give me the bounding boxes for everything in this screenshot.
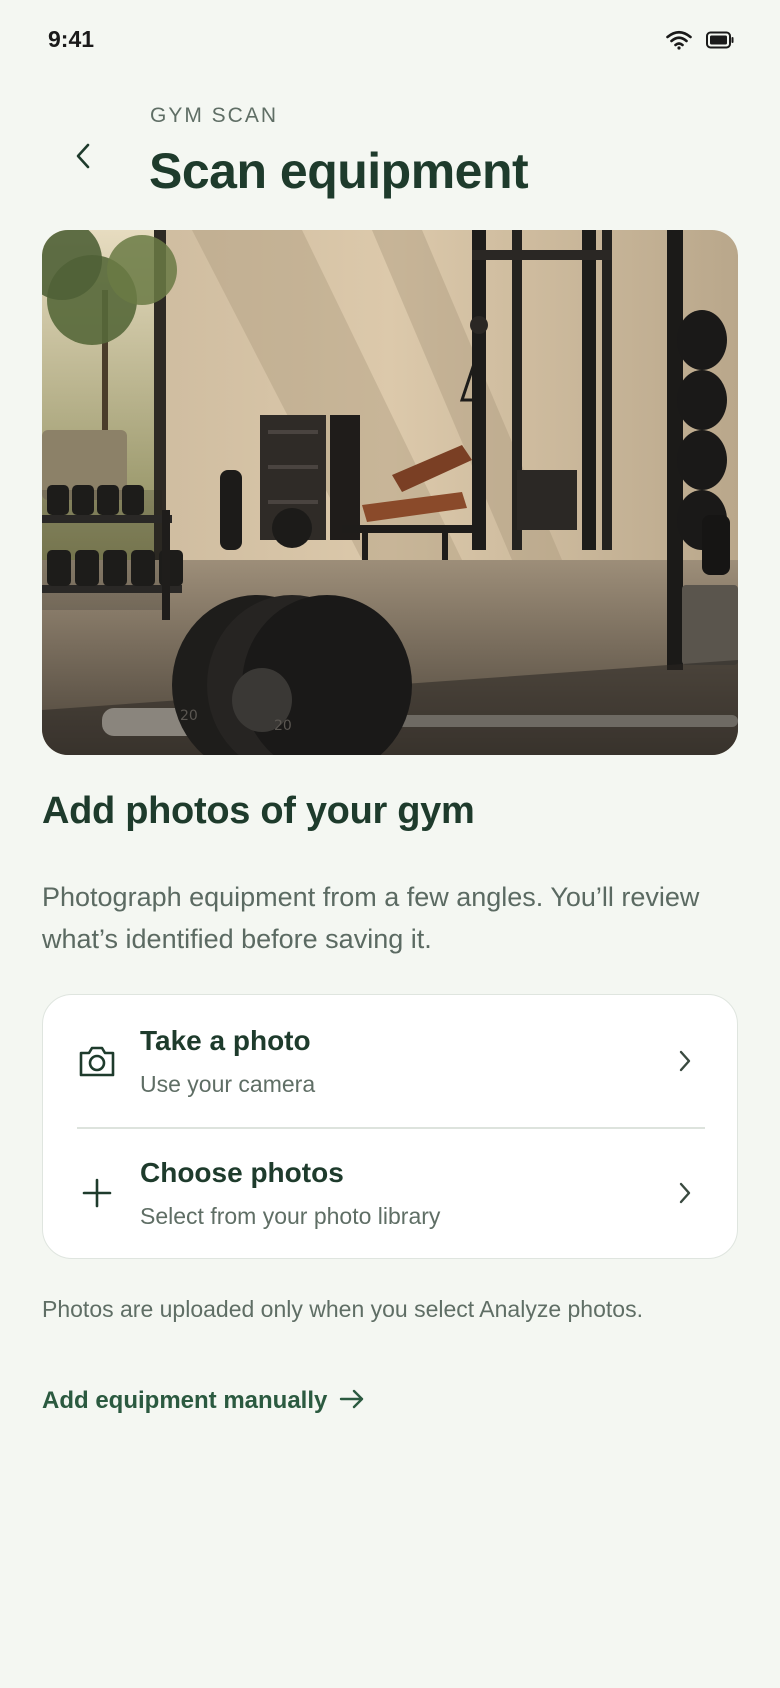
- add-equipment-manually-link[interactable]: Add equipment manually: [42, 1384, 365, 1418]
- wifi-icon: [666, 30, 692, 54]
- chevron-left-icon: [76, 143, 90, 169]
- header: GYM SCAN Scan equipment: [0, 96, 780, 206]
- arrow-right-icon: [339, 1388, 365, 1414]
- option-title: Choose photos: [140, 1157, 344, 1188]
- camera-icon: [77, 1041, 117, 1081]
- page-title: Scan equipment: [149, 143, 529, 199]
- status-time: 9:41: [48, 26, 95, 52]
- photo-options-card: Take a photo Use your camera Choose phot…: [42, 994, 738, 1259]
- privacy-note: Photos are uploaded only when you select…: [42, 1296, 643, 1322]
- battery-icon: [706, 31, 734, 53]
- hero-image: 20 20: [42, 230, 738, 755]
- back-button[interactable]: [62, 134, 106, 178]
- option-title: Take a photo: [140, 1025, 311, 1056]
- status-icons: [666, 30, 734, 54]
- choose-photos-option[interactable]: Choose photos Select from your photo lib…: [43, 1127, 737, 1259]
- svg-text:20: 20: [274, 718, 292, 734]
- chevron-right-icon: [671, 1047, 699, 1075]
- status-bar: 9:41: [0, 0, 780, 84]
- take-photo-option[interactable]: Take a photo Use your camera: [43, 995, 737, 1127]
- svg-text:20: 20: [180, 708, 198, 724]
- eyebrow-label: GYM SCAN: [150, 104, 279, 127]
- option-subtitle: Select from your photo library: [140, 1203, 441, 1229]
- option-subtitle: Use your camera: [140, 1071, 316, 1097]
- chevron-right-icon: [671, 1179, 699, 1207]
- manual-link-label: Add equipment manually: [42, 1387, 328, 1414]
- plus-icon: [77, 1173, 117, 1213]
- section-description: Photograph equipment from a few angles. …: [42, 882, 700, 954]
- section-title: Add photos of your gym: [42, 790, 475, 832]
